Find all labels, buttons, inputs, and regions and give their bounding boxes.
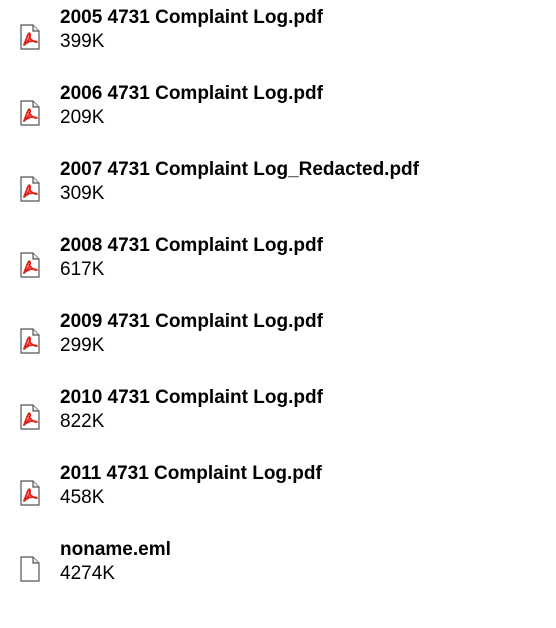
attachment-size: 458K (60, 487, 105, 508)
attachment-size: 617K (60, 259, 105, 280)
attachment-size: 309K (60, 183, 105, 204)
attachment-item[interactable]: 2011 4731 Complaint Log.pdf 458K (0, 462, 556, 522)
pdf-icon[interactable] (18, 176, 42, 202)
attachment-name[interactable]: 2007 4731 Complaint Log_Redacted.pdf (60, 158, 419, 182)
attachment-size: 399K (60, 31, 105, 52)
pdf-icon[interactable] (18, 24, 42, 50)
attachment-size: 299K (60, 335, 105, 356)
pdf-icon[interactable] (18, 404, 42, 430)
attachment-name[interactable]: 2005 4731 Complaint Log.pdf (60, 6, 323, 30)
pdf-icon[interactable] (18, 480, 42, 506)
attachment-name[interactable]: 2011 4731 Complaint Log.pdf (60, 462, 322, 486)
attachment-name[interactable]: 2010 4731 Complaint Log.pdf (60, 386, 323, 410)
attachment-name[interactable]: 2006 4731 Complaint Log.pdf (60, 82, 323, 106)
attachment-name[interactable]: noname.eml (60, 538, 171, 562)
attachment-size: 4274K (60, 563, 115, 584)
attachment-item[interactable]: 2007 4731 Complaint Log_Redacted.pdf 309… (0, 158, 556, 218)
attachment-list: 2005 4731 Complaint Log.pdf 399K 2006 47… (0, 0, 556, 628)
attachment-name[interactable]: 2009 4731 Complaint Log.pdf (60, 310, 323, 334)
attachment-item[interactable]: noname.eml 4274K (0, 538, 556, 598)
pdf-icon[interactable] (18, 328, 42, 354)
document-icon[interactable] (18, 556, 42, 582)
attachment-item[interactable]: 2008 4731 Complaint Log.pdf 617K (0, 234, 556, 294)
attachment-item[interactable]: 2009 4731 Complaint Log.pdf 299K (0, 310, 556, 370)
pdf-icon[interactable] (18, 252, 42, 278)
attachment-item[interactable]: 2010 4731 Complaint Log.pdf 822K (0, 386, 556, 446)
attachment-size: 822K (60, 411, 105, 432)
pdf-icon[interactable] (18, 100, 42, 126)
attachment-item[interactable]: 2006 4731 Complaint Log.pdf 209K (0, 82, 556, 142)
attachment-name[interactable]: 2008 4731 Complaint Log.pdf (60, 234, 323, 258)
attachment-size: 209K (60, 107, 105, 128)
attachment-item[interactable]: 2005 4731 Complaint Log.pdf 399K (0, 6, 556, 66)
